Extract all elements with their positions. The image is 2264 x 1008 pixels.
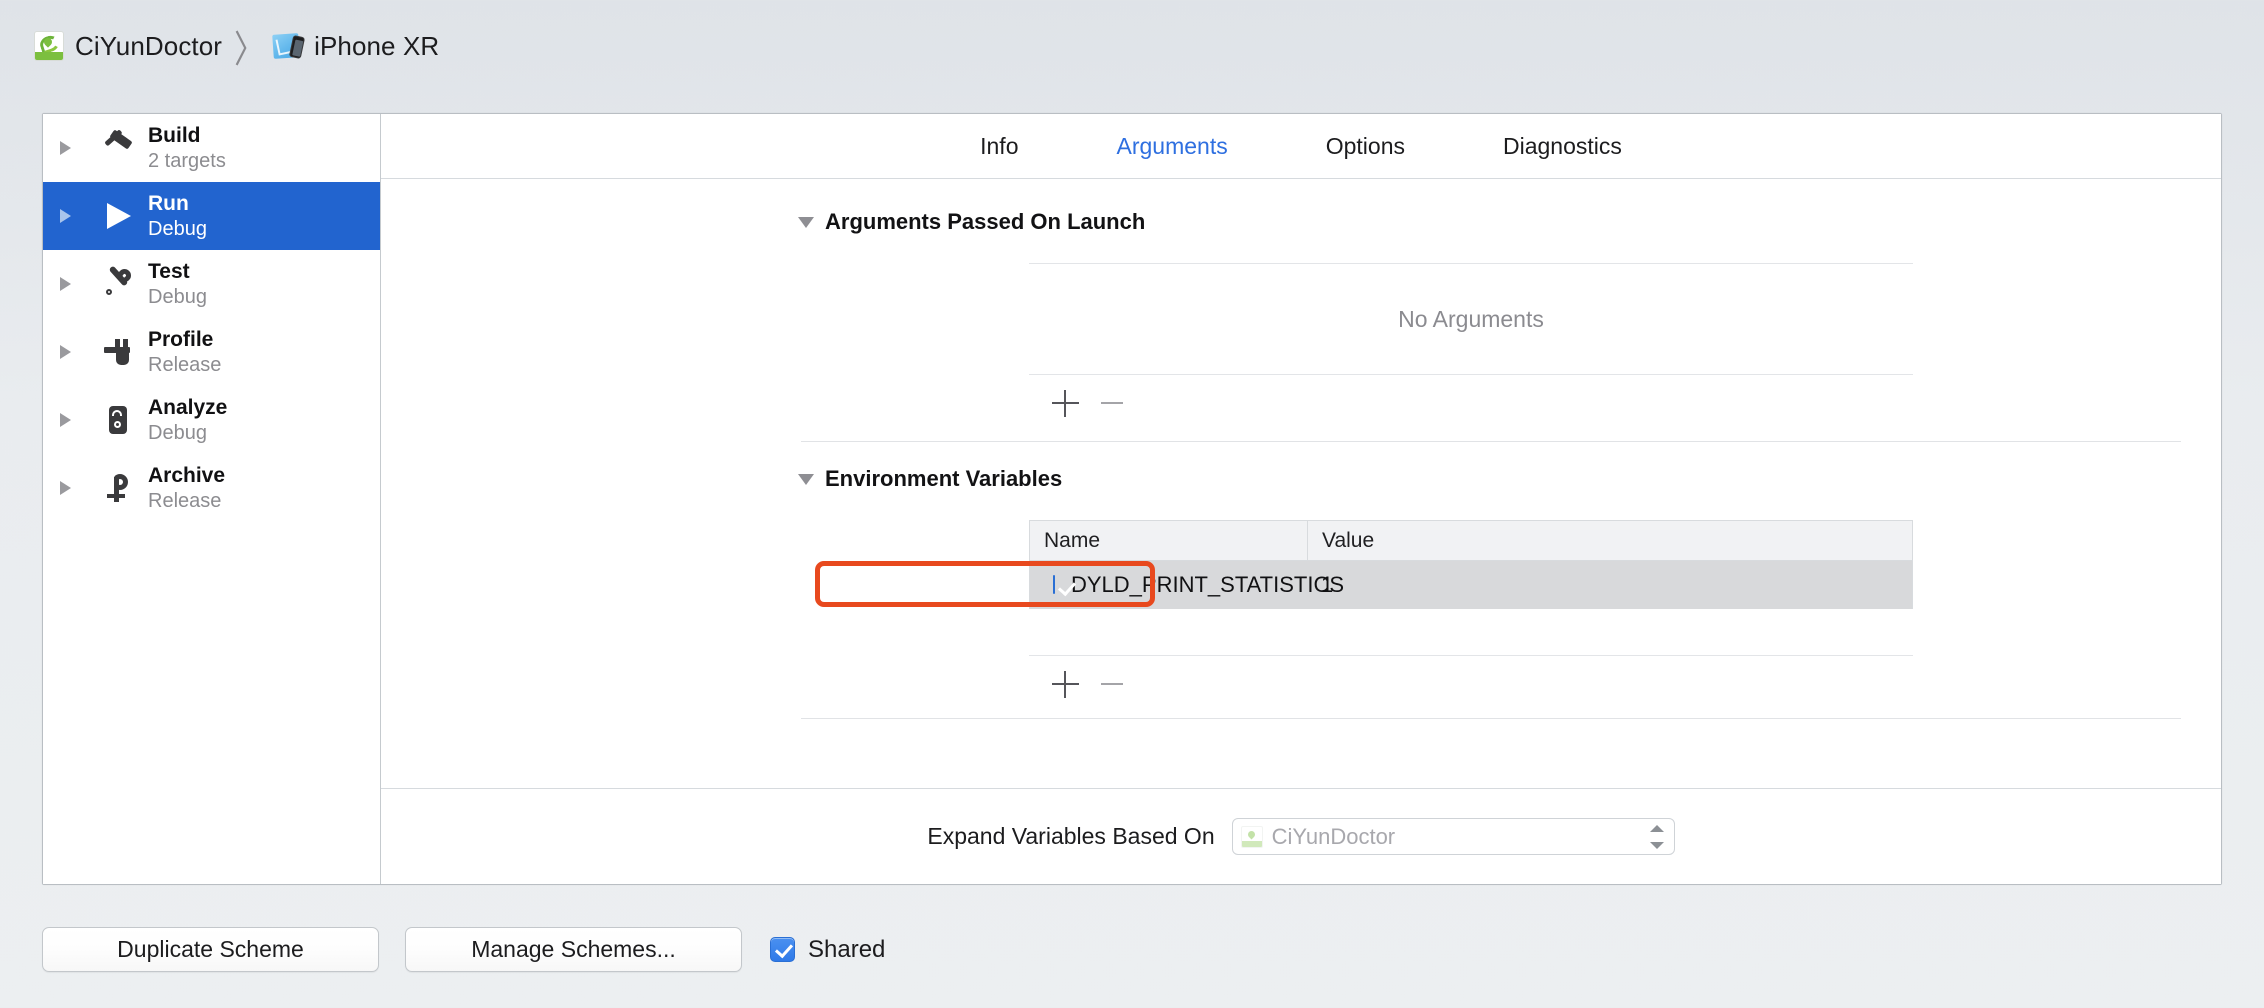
detail-pane: Info Arguments Options Diagnostics Argum… — [381, 114, 2221, 884]
sidebar-item-test[interactable]: Test Debug — [43, 250, 380, 318]
caliper-icon — [98, 333, 136, 371]
disclosure-triangle-icon[interactable] — [60, 481, 71, 495]
shared-checkbox-group[interactable]: Shared — [770, 927, 885, 972]
sidebar-item-subtitle: 2 targets — [148, 150, 226, 172]
app-logo-icon — [1240, 825, 1263, 848]
app-logo-icon — [34, 31, 64, 61]
scheme-editor-panel: Build 2 targets Run Debug Test Debug Pro… — [42, 113, 2222, 885]
remove-environment-variable-button[interactable] — [1099, 670, 1127, 698]
sidebar-item-archive[interactable]: Archive Release — [43, 454, 380, 522]
environment-section-title: Environment Variables — [825, 466, 1063, 491]
remove-argument-button[interactable] — [1099, 389, 1127, 417]
arguments-list: No Arguments — [1029, 263, 1913, 431]
environment-section-header[interactable]: Environment Variables — [381, 466, 2221, 492]
column-header-value: Value — [1322, 528, 1375, 552]
expand-variables-value: CiYunDoctor — [1271, 823, 1396, 849]
sidebar-item-subtitle: Debug — [148, 286, 207, 308]
add-argument-button[interactable] — [1051, 389, 1079, 417]
tab-options[interactable]: Options — [1320, 129, 1411, 164]
sidebar-item-title: Archive — [148, 464, 226, 487]
disclosure-triangle-icon[interactable] — [60, 141, 71, 155]
sidebar-item-build[interactable]: Build 2 targets — [43, 114, 380, 182]
sidebar-item-title: Build — [148, 124, 201, 147]
archive-icon — [98, 469, 136, 507]
checkmark-icon — [1053, 575, 1055, 594]
wrench-icon — [98, 265, 136, 303]
disclosure-triangle-icon[interactable] — [60, 345, 71, 359]
environment-list-footer — [1029, 655, 1913, 712]
arguments-empty-state: No Arguments — [1398, 305, 1544, 332]
sidebar-item-title: Test — [148, 260, 190, 283]
disclosure-triangle-icon[interactable] — [60, 277, 71, 291]
scheme-action-list: Build 2 targets Run Debug Test Debug Pro… — [43, 114, 381, 884]
disclosure-triangle-icon[interactable] — [60, 413, 71, 427]
sidebar-item-profile[interactable]: Profile Release — [43, 318, 380, 386]
expand-variables-popup-button[interactable]: CiYunDoctor — [1231, 818, 1675, 855]
section-divider — [801, 718, 2181, 719]
sidebar-item-title: Analyze — [148, 396, 228, 419]
environment-variable-value[interactable]: 1 — [1307, 572, 1333, 598]
disclosure-triangle-icon[interactable] — [60, 209, 71, 223]
sidebar-item-title: Profile — [148, 328, 214, 351]
tab-diagnostics[interactable]: Diagnostics — [1497, 129, 1628, 164]
expand-variables-label: Expand Variables Based On — [927, 823, 1215, 849]
tab-bar: Info Arguments Options Diagnostics — [381, 114, 2221, 179]
section-divider — [801, 441, 2181, 442]
sidebar-item-analyze[interactable]: Analyze Debug — [43, 386, 380, 454]
add-environment-variable-button[interactable] — [1051, 670, 1079, 698]
chevron-down-icon[interactable] — [798, 473, 814, 485]
breadcrumb: CiYunDoctor 〉 iPhone XR — [0, 0, 2264, 92]
arguments-section-header[interactable]: Arguments Passed On Launch — [381, 209, 2221, 235]
breadcrumb-project-label: CiYunDoctor — [75, 30, 223, 61]
tab-arguments[interactable]: Arguments — [1111, 129, 1234, 164]
table-row[interactable]: DYLD_PRINT_STATISTICS 1 — [1030, 561, 1912, 609]
breadcrumb-item-project[interactable]: CiYunDoctor — [34, 31, 222, 62]
environment-add-remove-controls — [1029, 656, 1913, 712]
analyze-icon — [98, 401, 136, 439]
window-footer: Duplicate Scheme Manage Schemes... Share… — [0, 894, 2264, 1008]
chevron-updown-icon[interactable] — [1649, 824, 1665, 849]
breadcrumb-destination-label: iPhone XR — [314, 30, 440, 61]
sidebar-item-subtitle: Debug — [148, 218, 207, 240]
sidebar-item-subtitle: Debug — [148, 422, 207, 444]
expand-variables-bar: Expand Variables Based On CiYunDoctor — [381, 788, 2221, 884]
simulator-device-icon — [272, 32, 306, 60]
chevron-down-icon[interactable] — [798, 216, 814, 228]
shared-checkbox[interactable] — [770, 937, 795, 962]
column-header-name: Name — [1030, 521, 1308, 560]
environment-variable-checkbox[interactable] — [1053, 575, 1055, 594]
play-icon — [98, 197, 136, 235]
sidebar-item-subtitle: Release — [148, 490, 222, 512]
arguments-add-remove-controls — [1029, 375, 1913, 431]
breadcrumb-separator-icon: 〉 — [234, 29, 265, 71]
duplicate-scheme-button[interactable]: Duplicate Scheme — [42, 927, 379, 972]
shared-label: Shared — [808, 935, 886, 963]
environment-variable-name[interactable]: DYLD_PRINT_STATISTICS — [1071, 572, 1344, 598]
table-header-row: Name Value — [1030, 521, 1912, 561]
hammer-icon — [98, 129, 136, 167]
sidebar-item-title: Run — [148, 192, 189, 215]
manage-schemes-button[interactable]: Manage Schemes... — [405, 927, 742, 972]
content-area: Arguments Passed On Launch No Arguments … — [381, 179, 2221, 788]
breadcrumb-item-destination[interactable]: iPhone XR — [272, 30, 440, 62]
sidebar-item-subtitle: Release — [148, 354, 222, 376]
arguments-section-title: Arguments Passed On Launch — [825, 209, 1146, 234]
tab-info[interactable]: Info — [974, 129, 1024, 164]
environment-variables-table: Name Value DYLD_PRINT_STATISTICS 1 — [1029, 520, 1913, 609]
sidebar-item-run[interactable]: Run Debug — [43, 182, 380, 250]
